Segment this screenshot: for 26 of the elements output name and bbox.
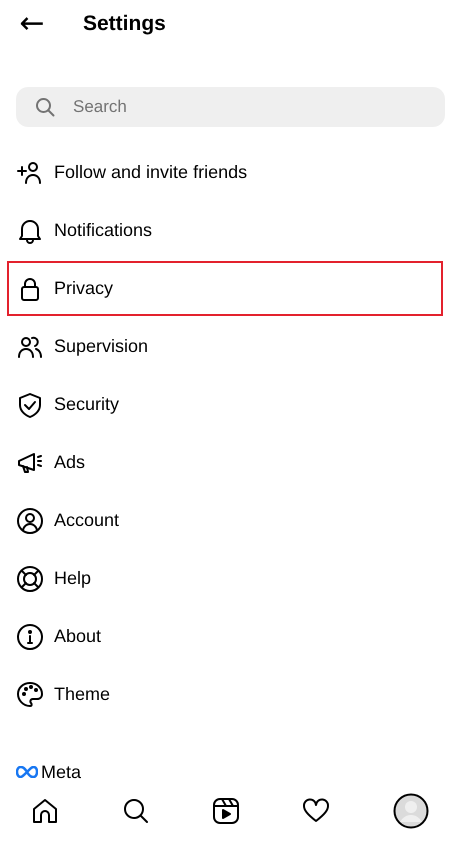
lifebuoy-icon — [16, 564, 44, 592]
heart-icon[interactable] — [302, 797, 330, 825]
user-circle-icon — [16, 506, 44, 534]
settings-item[interactable]: Notifications — [54, 220, 152, 241]
settings-item[interactable]: Follow and invite friends — [54, 162, 248, 183]
palette-icon — [16, 680, 44, 708]
search-field[interactable]: Search — [16, 87, 445, 127]
shield-check-icon — [16, 390, 44, 418]
profile-avatar[interactable] — [392, 793, 429, 829]
infinity-logo-icon — [16, 766, 38, 778]
search-icon — [35, 97, 55, 117]
settings-item[interactable]: About — [54, 626, 102, 647]
settings-item[interactable]: Help — [54, 568, 92, 589]
brand-name: Meta — [41, 762, 82, 782]
info-icon — [16, 622, 44, 650]
back-button[interactable]: ← — [16, 9, 48, 39]
settings-item[interactable]: Ads — [54, 452, 86, 473]
settings-item[interactable]: Theme — [54, 684, 110, 705]
reels-icon[interactable] — [212, 797, 240, 825]
settings-item[interactable]: Supervision — [54, 336, 148, 357]
page-title: Settings — [83, 12, 166, 36]
settings-item[interactable]: Security — [54, 394, 120, 415]
home-icon[interactable] — [31, 797, 60, 825]
settings-item[interactable]: Account — [54, 510, 120, 531]
settings-item[interactable]: Privacy — [54, 278, 114, 299]
search-icon[interactable] — [122, 797, 150, 825]
